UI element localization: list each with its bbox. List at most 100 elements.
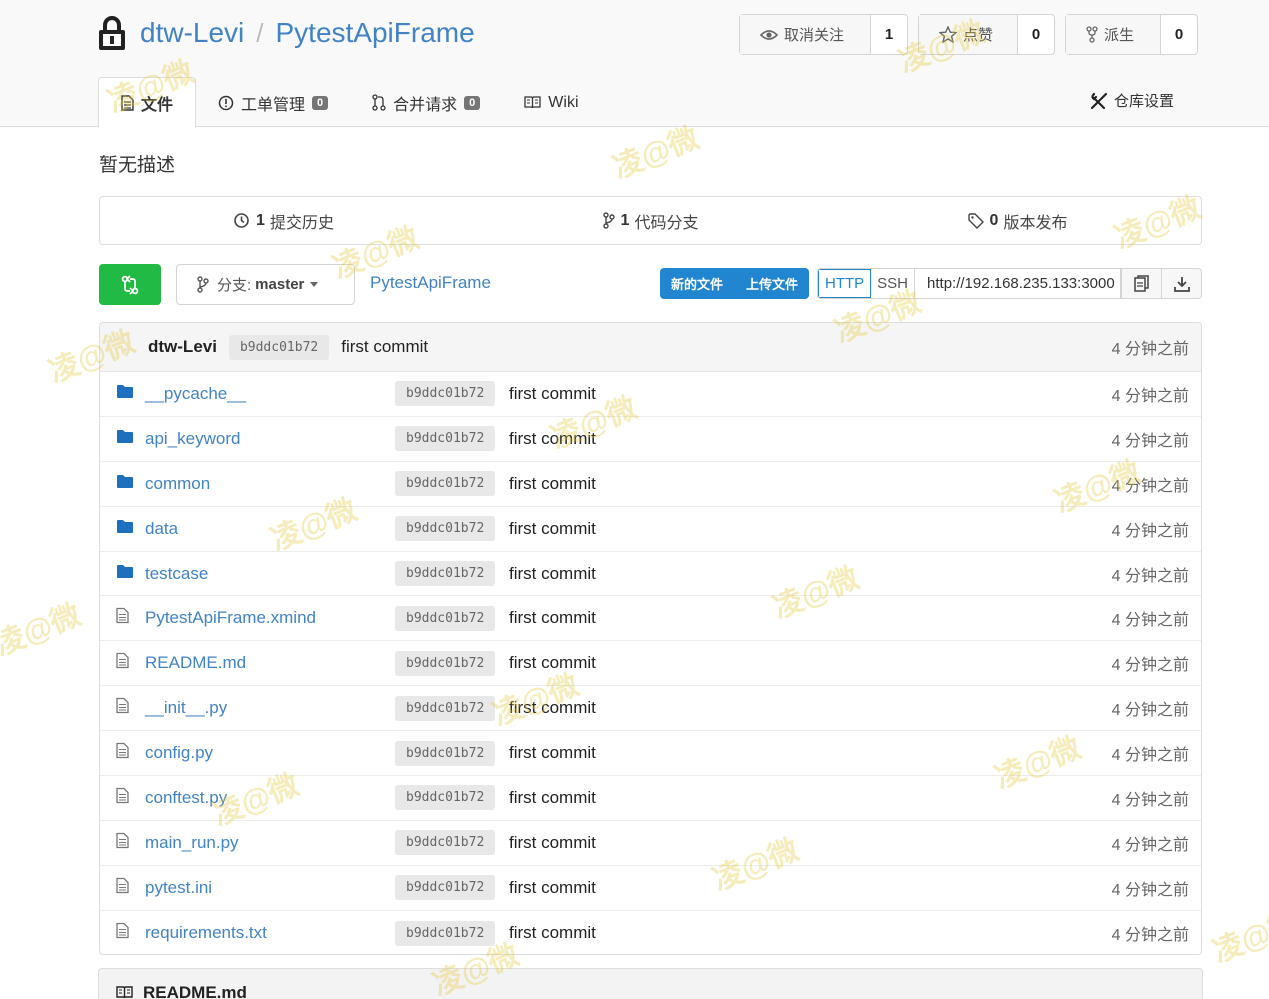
- file-name-link[interactable]: config.py: [145, 743, 213, 763]
- file-commit-message[interactable]: first commit: [509, 429, 596, 449]
- file-commit-message[interactable]: first commit: [509, 878, 596, 898]
- file-name-link[interactable]: conftest.py: [145, 788, 227, 808]
- file-commit-sha[interactable]: b9ddc01b72: [395, 695, 496, 721]
- stat-branches[interactable]: 1 代码分支: [467, 197, 834, 244]
- tab-issues[interactable]: 工单管理 0: [196, 77, 350, 128]
- file-name-link[interactable]: main_run.py: [145, 833, 239, 853]
- file-commit-message[interactable]: first commit: [509, 384, 596, 404]
- file-commit-message[interactable]: first commit: [509, 564, 596, 584]
- file-name-link[interactable]: __init__.py: [145, 698, 227, 718]
- unwatch-label: 取消关注: [784, 27, 845, 44]
- issue-icon: [218, 95, 234, 110]
- tab-files[interactable]: 文件: [98, 77, 197, 128]
- tab-repo-settings[interactable]: 仓库设置: [1090, 90, 1174, 111]
- file-commit-message[interactable]: first commit: [509, 474, 596, 494]
- file-commit-sha[interactable]: b9ddc01b72: [395, 561, 496, 586]
- tag-icon: [967, 212, 984, 229]
- folder-icon: [117, 384, 133, 398]
- file-commit-sha[interactable]: b9ddc01b72: [395, 650, 496, 676]
- file-commit-message[interactable]: first commit: [509, 608, 596, 628]
- file-name-link[interactable]: requirements.txt: [145, 923, 267, 943]
- stat-commits[interactable]: 1 提交历史: [100, 197, 467, 244]
- release-count: 0: [989, 211, 999, 229]
- file-commit-sha[interactable]: b9ddc01b72: [395, 381, 496, 407]
- tab-wiki[interactable]: Wiki: [502, 77, 600, 128]
- file-commit-age: 4 分钟之前: [1111, 432, 1189, 450]
- copy-icon: [1133, 274, 1149, 292]
- file-name-link[interactable]: PytestApiFrame.xmind: [145, 608, 316, 628]
- star-button[interactable]: 点赞: [919, 15, 1018, 54]
- file-commit-sha[interactable]: b9ddc01b72: [395, 830, 496, 856]
- tab-pull-requests[interactable]: 合并请求 0: [350, 77, 502, 128]
- file-commit-message[interactable]: first commit: [509, 698, 596, 718]
- file-commit-message[interactable]: first commit: [509, 923, 596, 943]
- pull-request-icon: [372, 94, 386, 111]
- file-list: dtw-Levi b9ddc01b72 first commit 4 分钟之前 …: [99, 322, 1202, 955]
- branch-icon: [602, 212, 615, 229]
- file-commit-message[interactable]: first commit: [509, 788, 596, 808]
- file-icon: [116, 608, 129, 624]
- tab-files-label: 文件: [141, 96, 174, 114]
- branch-dropdown[interactable]: 分支: master: [176, 264, 355, 305]
- fork-count[interactable]: 0: [1161, 15, 1197, 54]
- commit-author[interactable]: dtw-Levi: [148, 337, 217, 357]
- file-icon: [116, 653, 129, 669]
- repo-title: dtw-Levi / PytestApiFrame: [98, 12, 475, 54]
- file-commit-sha[interactable]: b9ddc01b72: [395, 785, 496, 811]
- fork-button[interactable]: 派生: [1066, 15, 1161, 54]
- new-file-button[interactable]: 新的文件: [660, 268, 734, 299]
- file-commit-sha[interactable]: b9ddc01b72: [395, 740, 496, 766]
- repo-stats-bar: 1 提交历史 1 代码分支 0 版本发布: [99, 196, 1202, 245]
- file-name-link[interactable]: __pycache__: [145, 384, 246, 404]
- ssh-protocol-button[interactable]: SSH: [871, 269, 914, 298]
- folder-icon: [116, 384, 134, 404]
- watch-count[interactable]: 1: [871, 15, 907, 54]
- file-commit-message[interactable]: first commit: [509, 519, 596, 539]
- commit-sha[interactable]: b9ddc01b72: [228, 334, 330, 360]
- clone-url-input[interactable]: http://192.168.235.133:3000: [914, 269, 1121, 298]
- readme-header: README.md: [98, 968, 1203, 999]
- commit-label: 提交历史: [269, 214, 334, 232]
- repo-tabs: 文件 工单管理 0 合并请求 0 Wiki: [98, 77, 601, 128]
- branch-icon: [197, 276, 209, 293]
- compare-icon: [121, 274, 139, 295]
- lock-icon: [99, 16, 125, 50]
- file-name-link[interactable]: pytest.ini: [145, 878, 212, 898]
- http-protocol-button[interactable]: HTTP: [818, 269, 872, 298]
- book-icon: [116, 986, 133, 999]
- file-commit-sha[interactable]: b9ddc01b72: [395, 875, 496, 901]
- file-commit-message[interactable]: first commit: [509, 833, 596, 853]
- repo-name-link[interactable]: PytestApiFrame: [276, 17, 475, 49]
- repo-path-link[interactable]: PytestApiFrame: [370, 273, 491, 293]
- file-commit-sha[interactable]: b9ddc01b72: [395, 471, 496, 497]
- file-name-link[interactable]: api_keyword: [145, 429, 240, 449]
- file-commit-message[interactable]: first commit: [509, 743, 596, 763]
- latest-commit-row: dtw-Levi b9ddc01b72 first commit 4 分钟之前: [100, 323, 1201, 372]
- file-name-link[interactable]: common: [145, 474, 210, 494]
- star-count[interactable]: 0: [1018, 15, 1054, 54]
- file-commit-sha[interactable]: b9ddc01b72: [395, 426, 496, 452]
- file-commit-message[interactable]: first commit: [509, 653, 596, 673]
- commit-message: first commit: [341, 337, 429, 356]
- file-name-link[interactable]: data: [145, 519, 178, 539]
- file-commit-sha[interactable]: b9ddc01b72: [395, 920, 496, 946]
- branch-label: 分支:: [217, 277, 252, 294]
- download-icon: [1173, 276, 1190, 292]
- file-row: api_keyword b9ddc01b72 first commit 4 分钟之前: [100, 417, 1201, 462]
- stat-releases[interactable]: 0 版本发布: [834, 197, 1201, 244]
- download-button[interactable]: [1161, 269, 1201, 298]
- copy-url-button[interactable]: [1121, 269, 1161, 298]
- file-commit-age: 4 分钟之前: [1111, 387, 1189, 405]
- file-row: testcase b9ddc01b72 first commit 4 分钟之前: [100, 552, 1201, 597]
- file-name-link[interactable]: testcase: [145, 564, 208, 584]
- file-name-link[interactable]: README.md: [145, 653, 246, 673]
- repo-owner-link[interactable]: dtw-Levi: [140, 17, 244, 49]
- file-commit-age: 4 分钟之前: [1111, 747, 1189, 765]
- file-icon: [116, 922, 129, 944]
- file-commit-sha[interactable]: b9ddc01b72: [395, 516, 496, 542]
- unwatch-button[interactable]: 取消关注: [740, 15, 871, 54]
- file-commit-sha[interactable]: b9ddc01b72: [395, 605, 496, 631]
- file-commit-age: 4 分钟之前: [1111, 657, 1189, 675]
- upload-file-button[interactable]: 上传文件: [734, 268, 809, 299]
- compare-button[interactable]: [99, 264, 161, 305]
